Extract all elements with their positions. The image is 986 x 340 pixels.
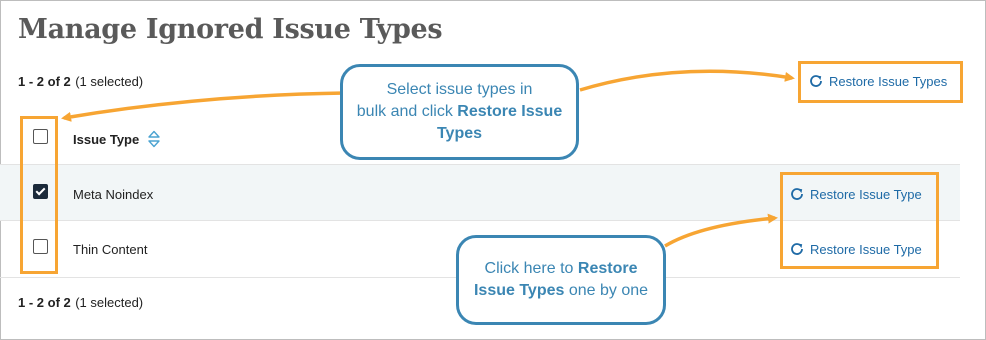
callout-single-restore: Click here to Restore Issue Types one by… [456, 235, 666, 325]
highlight-bulk-restore [798, 61, 963, 103]
highlight-row-restore [780, 172, 939, 269]
sort-icon[interactable] [147, 129, 161, 149]
column-header-issue-type[interactable]: Issue Type [73, 129, 161, 149]
callout-emphasis: Restore [577, 260, 638, 277]
callout-text: Select issue types in [386, 81, 533, 98]
callout-emphasis: Issue Types [473, 282, 565, 299]
pagination-range: 1 - 2 of 2 [18, 295, 71, 310]
callout-text: one by one [564, 282, 649, 299]
highlight-checkbox-column [20, 116, 58, 274]
pagination-top: 1 - 2 of 2 (1 selected) [18, 73, 143, 91]
callout-bulk-restore: Select issue types in bulk and click Res… [340, 64, 579, 160]
pagination-selected-count: (1 selected) [75, 295, 144, 310]
page-title: Manage Ignored Issue Types [18, 14, 443, 45]
column-header-label: Issue Type [73, 131, 140, 147]
pagination-bottom: 1 - 2 of 2 (1 selected) [18, 294, 143, 312]
pagination-selected-count: (1 selected) [75, 74, 144, 89]
callout-text: bulk and click [356, 103, 458, 120]
issue-type-name: Thin Content [73, 242, 148, 257]
pagination-range: 1 - 2 of 2 [18, 74, 71, 89]
callout-text: Click here to [484, 260, 578, 277]
issue-type-name: Meta Noindex [73, 187, 154, 202]
